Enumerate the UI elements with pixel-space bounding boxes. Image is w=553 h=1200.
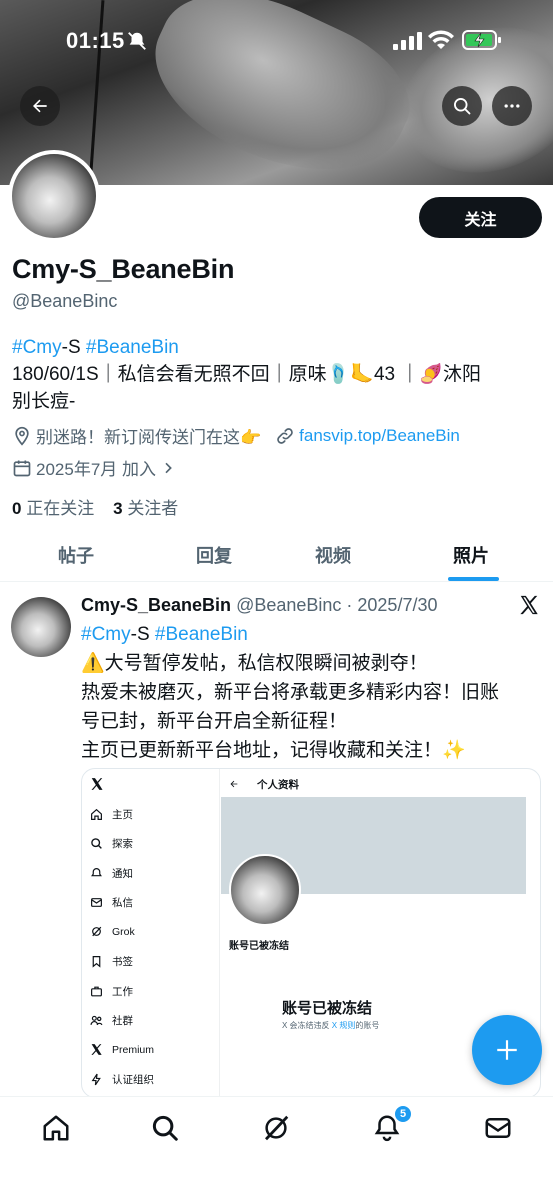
embed-sidebar-item: 探索	[90, 836, 133, 851]
following-stat[interactable]: 0 正在关注	[12, 499, 94, 518]
embed-sidebar-item: 主页	[90, 807, 133, 822]
post-line: ⚠️大号暂停发帖，私信权限瞬间被剥夺！	[81, 653, 428, 674]
chevron-right-icon	[165, 462, 172, 473]
status-bar: 01:15	[0, 26, 553, 56]
search-icon	[91, 838, 102, 849]
bell-muted-icon	[128, 32, 146, 50]
post-line: 号已封，新平台开启全新征程！	[81, 711, 348, 732]
active-tab-indicator	[448, 577, 499, 581]
mail-icon	[91, 898, 102, 907]
search-icon[interactable]	[150, 1113, 180, 1143]
compose-button[interactable]	[472, 1015, 542, 1085]
home-icon	[91, 808, 102, 820]
embed-sidebar-item: 社群	[90, 1013, 133, 1028]
briefcase-icon	[91, 986, 102, 997]
embed-sidebar-item: 私信	[90, 895, 133, 910]
profile-avatar[interactable]	[8, 150, 100, 242]
tab-videos[interactable]: 视频	[315, 542, 351, 568]
post-handle-date: @BeaneBinc · 2025/7/30	[236, 595, 438, 615]
battery-charging-icon	[462, 30, 501, 50]
notification-badge: 5	[394, 1105, 412, 1123]
x-logo-icon	[91, 1044, 102, 1055]
post-text-fragment: -S	[130, 624, 155, 645]
status-time: 01:15	[66, 28, 125, 53]
post-author-avatar[interactable]	[11, 597, 71, 657]
post-line: 主页已更新新平台地址，记得收藏和关注！✨	[81, 740, 466, 761]
follow-button[interactable]: 关注	[419, 197, 542, 238]
mail-icon[interactable]	[483, 1113, 513, 1143]
post-hashtags: #Cmy-S #BeaneBin	[81, 620, 541, 649]
followers-stat[interactable]: 3 关注者	[113, 499, 178, 518]
profile-location: 别迷路！新订阅传送门在这👉	[36, 428, 262, 447]
search-button[interactable]	[442, 86, 482, 126]
plus-icon	[497, 1040, 517, 1060]
arrow-left-icon	[33, 99, 47, 113]
x-logo-icon	[91, 778, 103, 790]
embed-avatar	[229, 854, 301, 926]
people-icon	[90, 1015, 103, 1026]
embed-frozen-note: X 会冻结违反 X 规则的账号	[282, 1021, 380, 1030]
more-button[interactable]	[492, 86, 532, 126]
embed-frozen-label: 账号已被冻结	[229, 941, 289, 952]
arrow-left-icon	[230, 780, 238, 788]
hashtag-link[interactable]: #BeaneBin	[155, 624, 248, 645]
tab-posts[interactable]: 帖子	[58, 542, 94, 568]
tab-replies[interactable]: 回复	[196, 542, 232, 568]
embed-frozen-title: 账号已被冻结	[282, 1000, 373, 1017]
x-logo-icon	[520, 595, 538, 615]
profile-tabs: 帖子 回复 视频 照片	[0, 530, 553, 582]
more-horizontal-icon	[504, 104, 520, 108]
follow-stats: 0 正在关注 3 关注者	[12, 494, 178, 519]
hashtag-link[interactable]: #Cmy	[81, 624, 131, 645]
bio-text: -S	[61, 337, 86, 358]
search-icon	[454, 98, 471, 115]
bottom-navigation: 5	[0, 1096, 553, 1200]
post-author-name[interactable]: Cmy-S_BeaneBin	[81, 595, 231, 615]
bookmark-icon	[92, 956, 101, 968]
post-header: Cmy-S_BeaneBin @BeaneBinc · 2025/7/30	[81, 595, 437, 616]
calendar-icon	[13, 460, 31, 476]
embed-sidebar-item: 书签	[90, 954, 133, 969]
wifi-icon	[428, 30, 454, 49]
home-icon[interactable]	[41, 1113, 71, 1143]
embed-sidebar-item: 工作	[90, 984, 133, 999]
profile-bio: #Cmy-S #BeaneBin 180/60/1S｜私信会看无照不回｜原味🩴🦶…	[12, 334, 542, 415]
lightning-icon	[91, 1073, 101, 1086]
profile-handle: @BeaneBinc	[12, 291, 118, 311]
grok-icon[interactable]	[261, 1113, 291, 1143]
profile-joined-date: 2025年7月 加入	[36, 460, 156, 479]
profile-joined-row[interactable]: 2025年7月 加入	[12, 455, 176, 480]
profile-website-link[interactable]: fansvip.top/BeaneBin	[299, 426, 460, 446]
bio-line-1: #Cmy-S #BeaneBin	[12, 334, 542, 361]
grok-icon	[92, 926, 102, 937]
embed-sidebar-item: 通知	[90, 866, 133, 881]
profile-name: Cmy-S_BeaneBin	[12, 254, 235, 284]
profile-meta-row: 别迷路！新订阅传送门在这👉 fansvip.top/BeaneBin	[12, 423, 460, 448]
bell-icon	[91, 868, 102, 877]
embed-sidebar-item: 认证组织	[90, 1072, 154, 1087]
hashtag-link[interactable]: #BeaneBin	[86, 337, 179, 358]
location-pin-icon	[15, 426, 29, 446]
post-line: 热爱未被磨灭，新平台将承载更多精彩内容！旧账	[81, 682, 500, 703]
tab-photos[interactable]: 照片	[453, 542, 489, 568]
back-button[interactable]	[20, 86, 60, 126]
bio-line-3: 别长痘-	[12, 391, 76, 412]
embed-sidebar: 主页 探索 通知 私信 Grok 书签 工作 社群 Premium 认证组织	[82, 769, 220, 1097]
hashtag-link[interactable]: #Cmy	[12, 337, 62, 358]
link-icon	[277, 427, 293, 444]
embed-sidebar-item: Grok	[90, 925, 135, 938]
post-text: #Cmy-S #BeaneBin ⚠️大号暂停发帖，私信权限瞬间被剥夺！ 热爱未…	[81, 620, 541, 765]
embed-sidebar-item: Premium	[90, 1043, 154, 1056]
embed-header-title: 个人资料	[257, 779, 299, 791]
bio-line-2: 180/60/1S｜私信会看无照不回｜原味🩴🦶43 ｜🍠沐阳	[12, 364, 482, 385]
cellular-signal-icon	[393, 32, 422, 50]
